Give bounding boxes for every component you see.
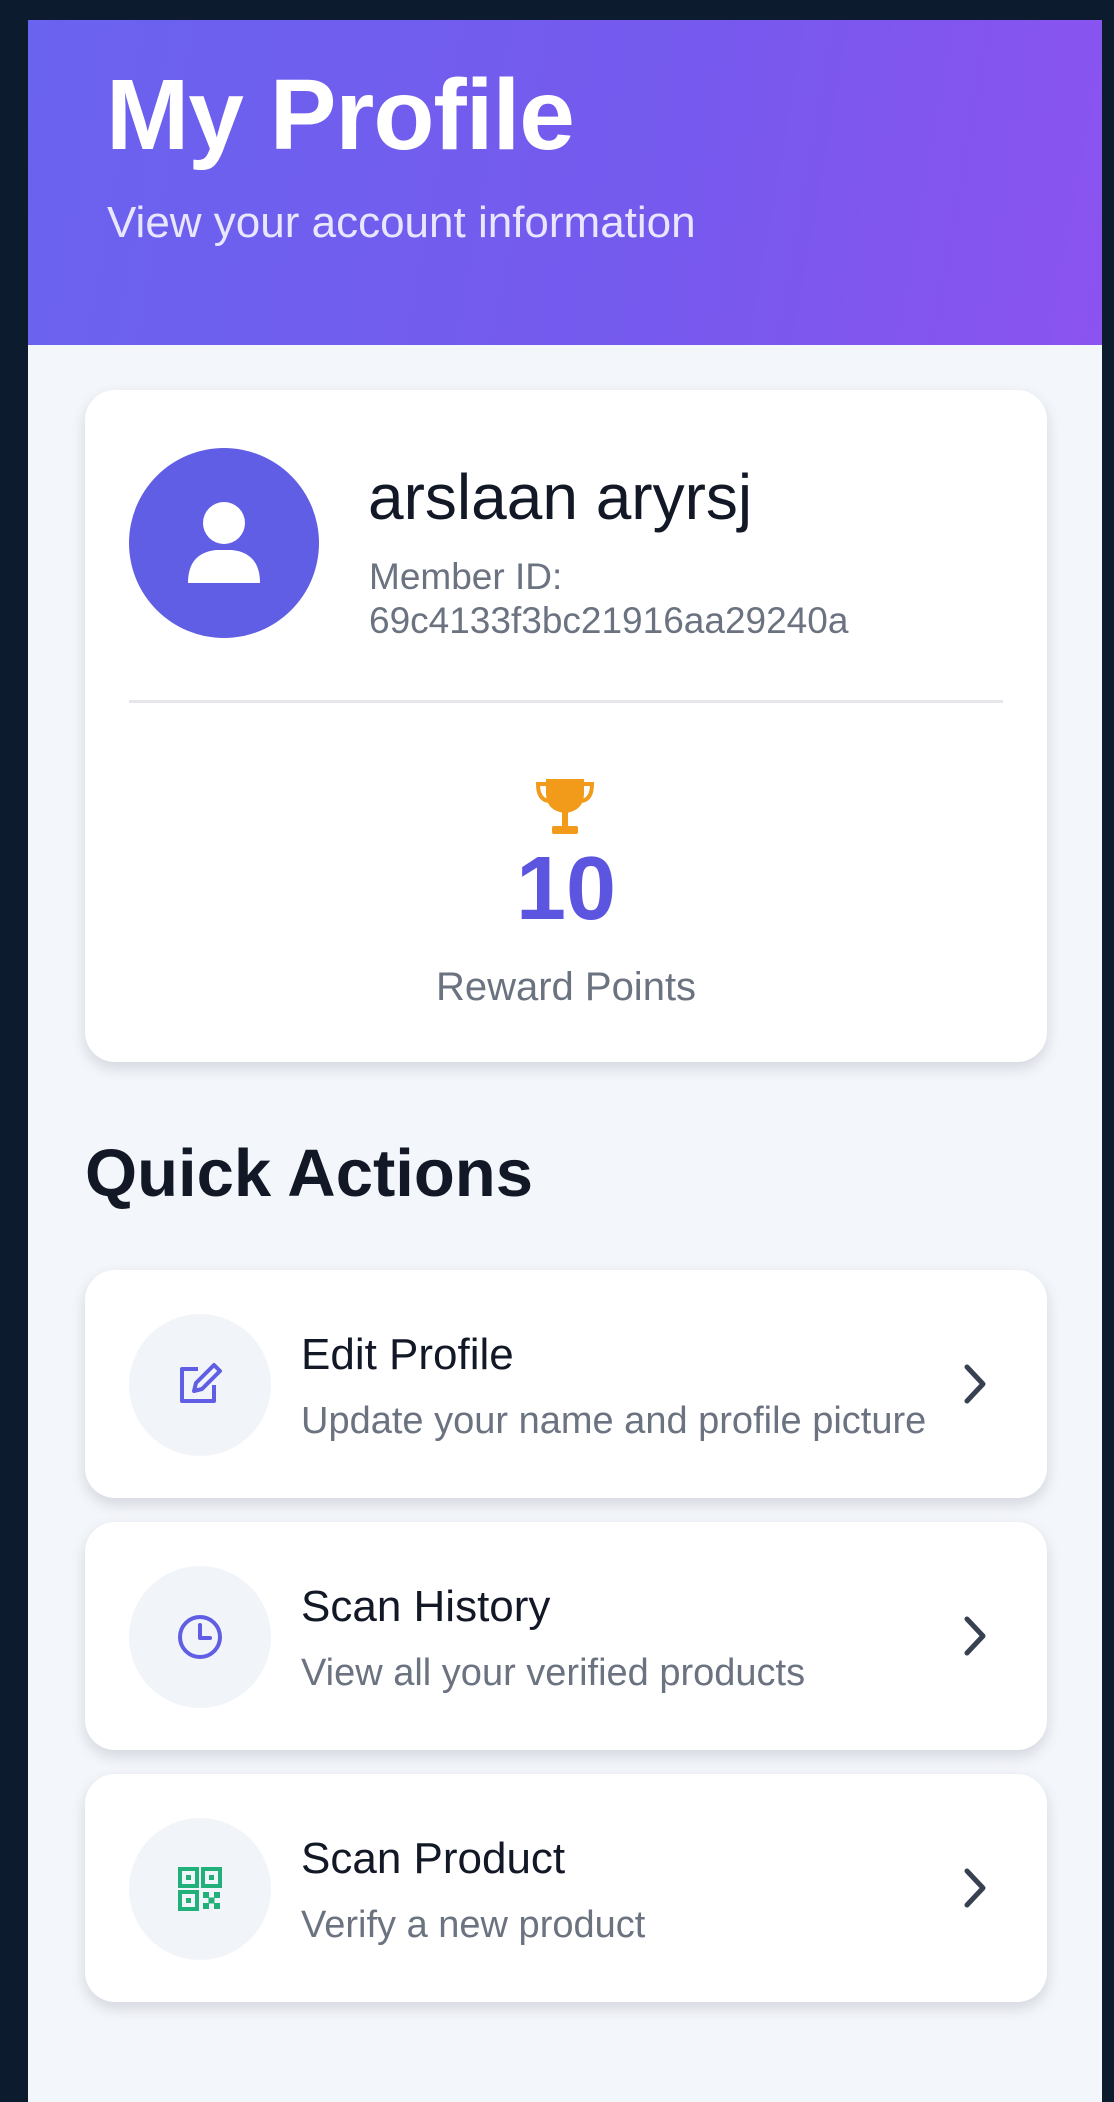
scan-product-title: Scan Product <box>301 1834 566 1883</box>
chevron-right-icon <box>964 1364 986 1404</box>
member-id-label: Member ID: <box>369 556 563 597</box>
edit-icon <box>180 1363 222 1403</box>
clock-icon <box>178 1615 222 1659</box>
edit-profile-icon-container <box>129 1314 271 1456</box>
reward-points-label: Reward Points <box>435 965 697 1009</box>
scan-history-description: View all your verified products <box>301 1652 806 1694</box>
chevron-right-icon <box>964 1616 986 1656</box>
member-id-value: 69c4133f3bc21916aa29240a <box>369 600 849 641</box>
profile-screen: My Profile View your account information… <box>28 20 1102 2102</box>
scan-product-action[interactable]: Scan Product Verify a new product <box>85 1774 1047 2002</box>
user-icon <box>188 502 260 583</box>
reward-points-value: 10 <box>515 839 617 939</box>
quick-actions-title: Quick Actions <box>85 1136 533 1211</box>
chevron-right-icon <box>964 1868 986 1908</box>
scan-product-description: Verify a new product <box>301 1904 646 1946</box>
profile-card: arslaan aryrsj Member ID: 69c4133f3bc219… <box>85 390 1047 1062</box>
page-title: My Profile <box>106 59 575 171</box>
scan-history-action[interactable]: Scan History View all your verified prod… <box>85 1522 1047 1750</box>
scan-history-title: Scan History <box>301 1582 551 1631</box>
user-name: arslaan aryrsj <box>368 461 753 533</box>
scan-history-icon-container <box>129 1566 271 1708</box>
qr-code-icon <box>178 1867 222 1911</box>
profile-header: My Profile View your account information <box>28 20 1102 345</box>
edit-profile-title: Edit Profile <box>301 1330 514 1379</box>
edit-profile-action[interactable]: Edit Profile Update your name and profil… <box>85 1270 1047 1498</box>
divider <box>129 700 1003 703</box>
page-subtitle: View your account information <box>107 198 696 247</box>
edit-profile-description: Update your name and profile picture <box>301 1400 927 1442</box>
trophy-icon <box>535 779 595 834</box>
avatar <box>129 448 319 638</box>
scan-product-icon-container <box>129 1818 271 1960</box>
